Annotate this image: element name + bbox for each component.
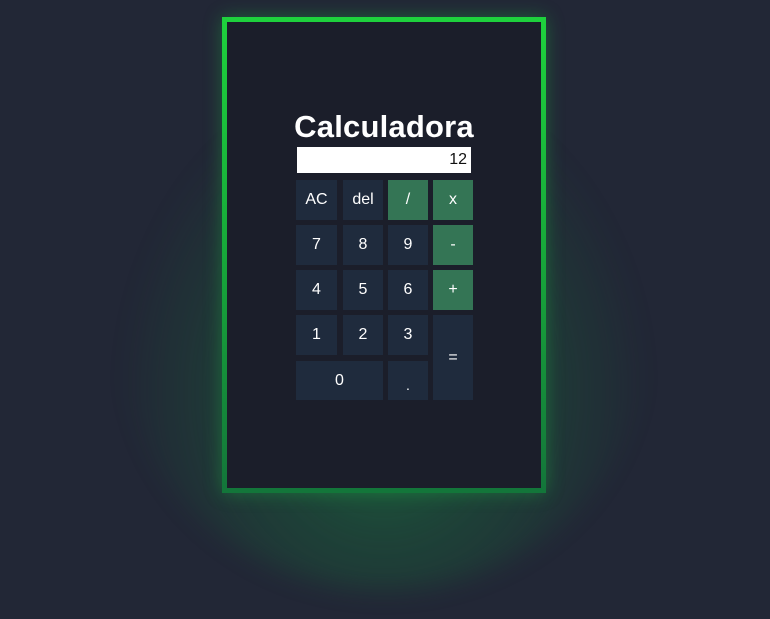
calculator-title: Calculadora <box>294 109 474 144</box>
digit-8-button[interactable]: 8 <box>343 225 383 265</box>
equals-button[interactable]: = <box>433 315 473 400</box>
digit-5-button[interactable]: 5 <box>343 270 383 310</box>
decimal-point-button[interactable]: . <box>388 361 428 400</box>
calculator-card: Calculadora AC del / x 7 8 9 - 4 5 6 + 1… <box>222 17 546 493</box>
divide-button[interactable]: / <box>388 180 428 220</box>
plus-button[interactable]: + <box>433 270 473 310</box>
digit-7-button[interactable]: 7 <box>296 225 337 265</box>
ac-button[interactable]: AC <box>296 180 337 220</box>
digit-4-button[interactable]: 4 <box>296 270 337 310</box>
calculator-display[interactable] <box>297 147 471 173</box>
digit-3-button[interactable]: 3 <box>388 315 428 355</box>
digit-1-button[interactable]: 1 <box>296 315 337 355</box>
digit-9-button[interactable]: 9 <box>388 225 428 265</box>
delete-button[interactable]: del <box>343 180 383 220</box>
digit-2-button[interactable]: 2 <box>343 315 383 355</box>
multiply-button[interactable]: x <box>433 180 473 220</box>
digit-6-button[interactable]: 6 <box>388 270 428 310</box>
digit-0-button[interactable]: 0 <box>296 361 383 400</box>
minus-button[interactable]: - <box>433 225 473 265</box>
